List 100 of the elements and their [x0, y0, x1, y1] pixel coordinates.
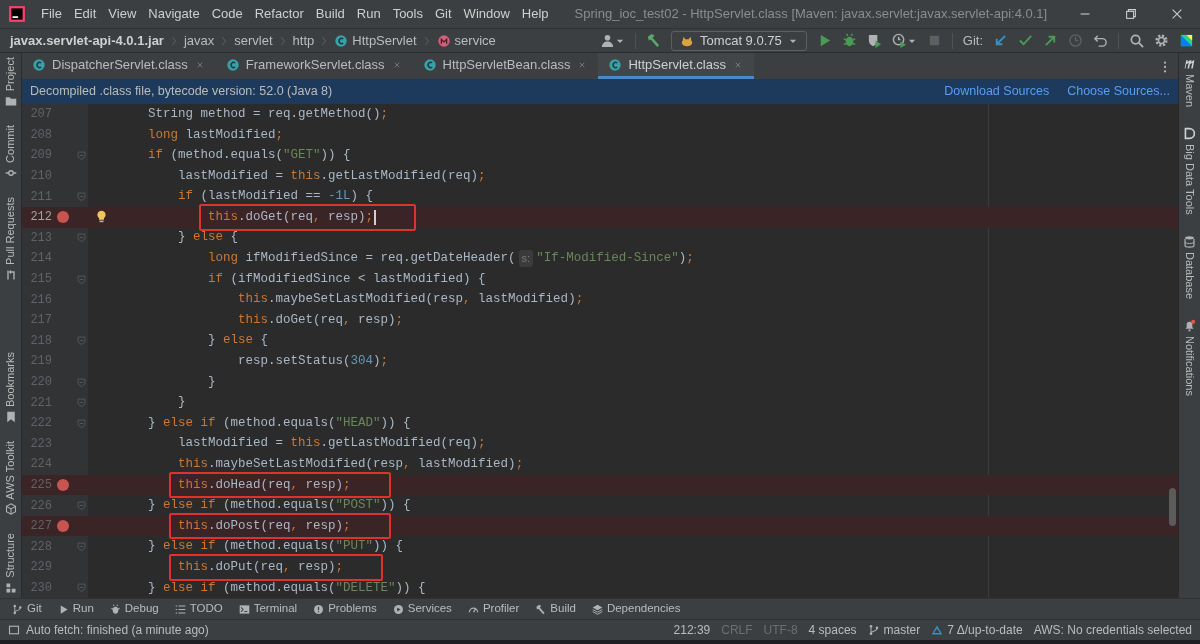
- arrow-icon: [1043, 33, 1058, 48]
- menu-item[interactable]: View: [102, 4, 143, 24]
- code-line: long ifModifiedSince = req.getDateHeader( s: "If-Modified-Since");: [208, 249, 694, 268]
- undo-button[interactable]: [1093, 33, 1108, 48]
- arrow-button[interactable]: [993, 33, 1008, 48]
- code-line: }: [178, 394, 186, 412]
- fold-icon[interactable]: [75, 232, 87, 244]
- tool-window-button[interactable]: Git: [12, 600, 42, 618]
- menu-item[interactable]: Refactor: [248, 4, 310, 24]
- menu-item[interactable]: File: [35, 4, 68, 24]
- search-button[interactable]: [1129, 33, 1144, 48]
- clock-button[interactable]: [891, 33, 917, 48]
- lightbulb-icon[interactable]: [95, 209, 108, 223]
- circle-icon: [225, 57, 240, 72]
- menu-item[interactable]: Run: [350, 4, 387, 24]
- code-line: lastModified = this.getLastModified(req);: [178, 167, 486, 185]
- breadcrumb-item[interactable]: http: [292, 30, 315, 51]
- menu-item[interactable]: Git: [429, 4, 458, 24]
- restore-icon: [1124, 7, 1138, 21]
- tool-window-button[interactable]: Commit: [2, 125, 19, 180]
- code-line: } else if (method.equals("POST")) {: [148, 497, 411, 515]
- triangle-icon: [931, 624, 944, 636]
- tool-window-button[interactable]: Profiler: [467, 600, 520, 618]
- breadcrumb-item[interactable]: servlet: [234, 30, 273, 51]
- menu-item[interactable]: Window: [457, 4, 516, 24]
- breadcrumb-item[interactable]: service: [436, 30, 496, 51]
- tool-window-button[interactable]: Big Data Tools: [1181, 127, 1198, 215]
- menu-item[interactable]: Navigate: [142, 4, 206, 24]
- fold-icon[interactable]: [75, 273, 87, 285]
- status-item[interactable]: 4 spaces: [808, 621, 857, 639]
- play-icon: [392, 603, 404, 615]
- branch-icon: [12, 603, 23, 615]
- tool-window-button[interactable]: AWS Toolkit: [2, 440, 19, 516]
- tool-window-button[interactable]: Notifications: [1181, 318, 1198, 396]
- fold-icon[interactable]: [75, 541, 87, 553]
- code-line: if (ifModifiedSince < lastModified) {: [208, 270, 486, 288]
- code-line: this.maybeSetLastModified(resp, lastModified);: [238, 291, 584, 309]
- tool-window-button[interactable]: Run: [57, 600, 94, 618]
- logo-button[interactable]: [1179, 33, 1194, 48]
- status-item[interactable]: master: [867, 621, 921, 639]
- fold-icon[interactable]: [75, 500, 87, 512]
- code-line: String method = req.getMethod();: [148, 105, 389, 123]
- tool-window-button[interactable]: TODO: [174, 600, 223, 618]
- tool-window-button[interactable]: Structure: [2, 533, 19, 594]
- clock-icon: [891, 33, 907, 48]
- tool-window-button[interactable]: Debug: [109, 600, 159, 618]
- fold-icon[interactable]: [75, 376, 87, 388]
- fold-icon[interactable]: [75, 150, 87, 161]
- check-button[interactable]: [1018, 33, 1033, 48]
- editor-tab[interactable]: DispatcherServlet.class: [22, 53, 216, 79]
- bug-icon: [841, 33, 857, 48]
- code-line: } else if (method.equals("DELETE")) {: [148, 579, 426, 597]
- fold-icon[interactable]: [75, 335, 87, 347]
- status-item[interactable]: 212:39: [673, 621, 711, 639]
- menu-item[interactable]: Help: [515, 4, 555, 24]
- tool-window-button[interactable]: Project: [2, 57, 19, 108]
- code-line: long lastModified;: [148, 126, 284, 144]
- close-icon: [1170, 7, 1184, 21]
- tool-window-button[interactable]: Problems: [313, 600, 377, 618]
- settings-button[interactable]: [1154, 33, 1169, 48]
- circle-icon: [436, 33, 451, 48]
- editor-tab[interactable]: HttpServletBean.class: [412, 53, 599, 79]
- tool-window-button[interactable]: Bookmarks: [2, 351, 19, 423]
- tool-window-button[interactable]: Dependencies: [591, 600, 681, 618]
- tool-window-button[interactable]: Terminal: [238, 600, 298, 618]
- line-number: 225: [29, 477, 52, 494]
- bell-icon: [1183, 318, 1196, 332]
- tool-window-button[interactable]: Pull Requests: [2, 197, 19, 281]
- banner-link[interactable]: Choose Sources...: [1067, 82, 1170, 101]
- breadcrumb-item[interactable]: javax: [183, 30, 215, 51]
- banner-link[interactable]: Download Sources: [944, 82, 1050, 101]
- editor-tab[interactable]: FrameworkServlet.class: [215, 53, 413, 79]
- fold-icon[interactable]: [75, 191, 87, 203]
- menu-item[interactable]: Build: [309, 4, 351, 24]
- arrow-button[interactable]: [1043, 33, 1058, 48]
- status-item[interactable]: 7 Δ/up-to-date: [931, 621, 1023, 639]
- status-item[interactable]: AWS: No credentials selected: [1033, 621, 1192, 639]
- fold-icon[interactable]: [75, 582, 87, 594]
- code-line: }: [208, 373, 216, 391]
- circle-icon: [32, 57, 46, 72]
- menu-item[interactable]: Edit: [67, 4, 103, 24]
- breadcrumb-item[interactable]: javax.servlet-api-4.0.1.jar: [10, 30, 164, 51]
- shield-icon: [866, 33, 882, 48]
- scrollbar-thumb[interactable]: [1169, 488, 1176, 526]
- fold-icon[interactable]: [75, 417, 87, 429]
- tool-window-button[interactable]: Database: [1181, 234, 1198, 299]
- layers-icon: [591, 603, 603, 615]
- tool-window-button[interactable]: Services: [392, 600, 452, 618]
- tool-window-button[interactable]: Maven: [1181, 57, 1198, 108]
- run-config-dropdown[interactable]: Tomcat 9.0.75: [671, 30, 807, 51]
- menu-item[interactable]: Tools: [386, 4, 429, 24]
- square-icon: [8, 624, 20, 636]
- tool-window-button[interactable]: Build: [535, 600, 576, 618]
- bug-button[interactable]: [841, 33, 857, 48]
- fold-icon[interactable]: [75, 397, 87, 409]
- breadcrumb-item[interactable]: HttpServlet: [334, 30, 417, 51]
- clock-icon: [1068, 33, 1083, 48]
- shield-button[interactable]: [866, 33, 882, 48]
- menu-item[interactable]: Code: [205, 4, 249, 24]
- hammer-button[interactable]: [646, 33, 662, 48]
